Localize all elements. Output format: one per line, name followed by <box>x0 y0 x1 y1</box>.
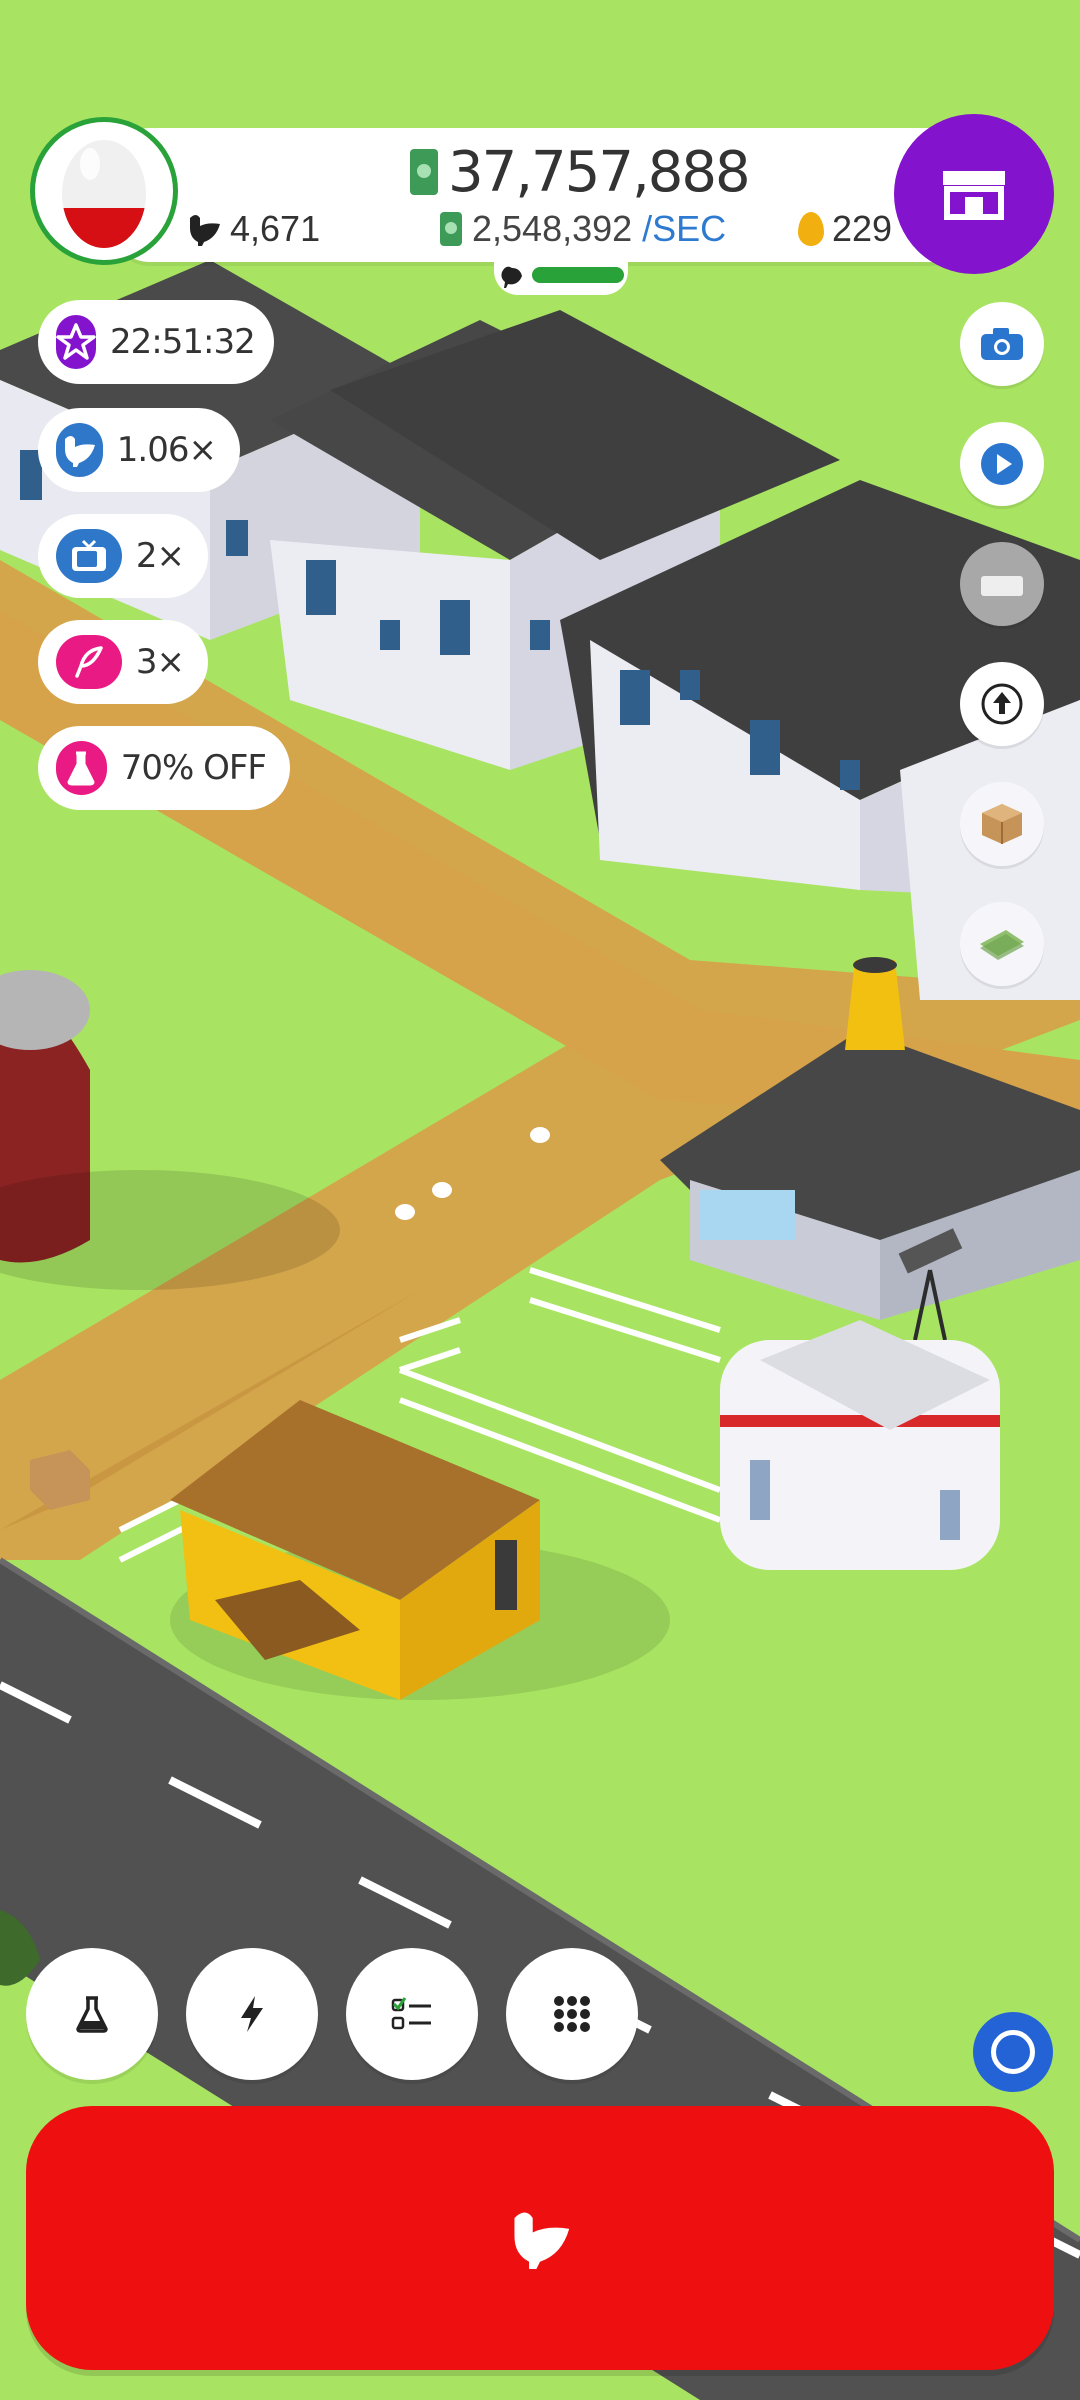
cash-icon <box>410 149 438 195</box>
boost-icon-bg <box>56 635 122 689</box>
income-rate-value: 2,548,392 <box>472 208 633 249</box>
hatchery-progress-bar <box>532 267 624 283</box>
boost-chicken[interactable]: 1.06× <box>38 408 240 492</box>
money-display: 37,757,888 <box>410 139 751 205</box>
upload-arrow-icon <box>981 683 1023 725</box>
package-button[interactable] <box>960 782 1044 866</box>
egg-icon <box>62 140 146 248</box>
golden-egg-icon <box>798 212 824 246</box>
hatch-chicken-button[interactable] <box>26 2106 1054 2370</box>
hatchery-capacity <box>494 255 628 295</box>
egg-avatar[interactable] <box>30 117 178 265</box>
play-video-icon <box>981 443 1023 485</box>
boost-video-text: 2× <box>135 536 185 576</box>
boost-icon-bg <box>56 423 103 477</box>
menu-grid-icon <box>554 1996 590 2032</box>
income-rate-unit: /SEC <box>642 208 727 249</box>
shop-button[interactable] <box>894 114 1054 274</box>
cash-stack-icon <box>981 576 1023 596</box>
research-flask-icon <box>76 1996 108 2033</box>
boost-icon-bg <box>56 741 107 795</box>
cash-bundle-button[interactable] <box>960 902 1044 986</box>
hatchery-progress-fill <box>532 267 624 283</box>
star-icon <box>56 323 96 360</box>
golden-eggs: 229 <box>798 208 892 250</box>
boost-chicken-text: 1.06× <box>116 430 217 470</box>
boost-timer-text: 22:51:32 <box>110 322 256 362</box>
income-rate: 2,548,392/SEC <box>440 208 726 250</box>
chicken-icon <box>190 215 220 246</box>
money-amount: 37,757,888 <box>448 139 751 205</box>
boost-lightning-icon <box>241 1996 263 2032</box>
chick-icon <box>501 266 522 288</box>
banknote-icon <box>980 930 1024 960</box>
boost-feather[interactable]: 3× <box>38 620 208 704</box>
boosts-button[interactable] <box>186 1948 318 2080</box>
chicken-count-value: 4,671 <box>230 208 321 249</box>
missions-checklist-icon <box>391 1997 431 2030</box>
golden-eggs-value: 229 <box>832 208 893 249</box>
boost-timer[interactable]: 22:51:32 <box>38 300 274 384</box>
boost-icon-bg <box>56 529 122 583</box>
missions-button[interactable] <box>346 1948 478 2080</box>
boost-feather-text: 3× <box>135 642 185 682</box>
package-icon <box>982 804 1022 844</box>
chicken-icon <box>65 436 96 467</box>
video-reward-button[interactable] <box>960 422 1044 506</box>
store-icon <box>943 171 1005 220</box>
boost-research-text: 70% OFF <box>120 748 267 788</box>
assistant-button[interactable] <box>973 2012 1053 2092</box>
feather-icon <box>75 646 103 678</box>
cash-icon <box>440 212 462 246</box>
boost-video[interactable]: 2× <box>38 514 208 598</box>
upgrade-button[interactable] <box>960 662 1044 746</box>
camera-button[interactable] <box>960 302 1044 386</box>
menu-button[interactable] <box>506 1948 638 2080</box>
research-button[interactable] <box>26 1948 158 2080</box>
boost-research-discount[interactable]: 70% OFF <box>38 726 290 810</box>
camera-icon <box>981 328 1023 360</box>
chicken-count: 4,671 <box>186 208 320 250</box>
chicken-icon <box>514 2212 570 2269</box>
circle-icon <box>991 2030 1035 2074</box>
flask-icon <box>67 751 95 786</box>
tv-icon <box>71 539 106 571</box>
cash-gift-button[interactable] <box>960 542 1044 626</box>
boost-icon-bg <box>56 315 96 369</box>
